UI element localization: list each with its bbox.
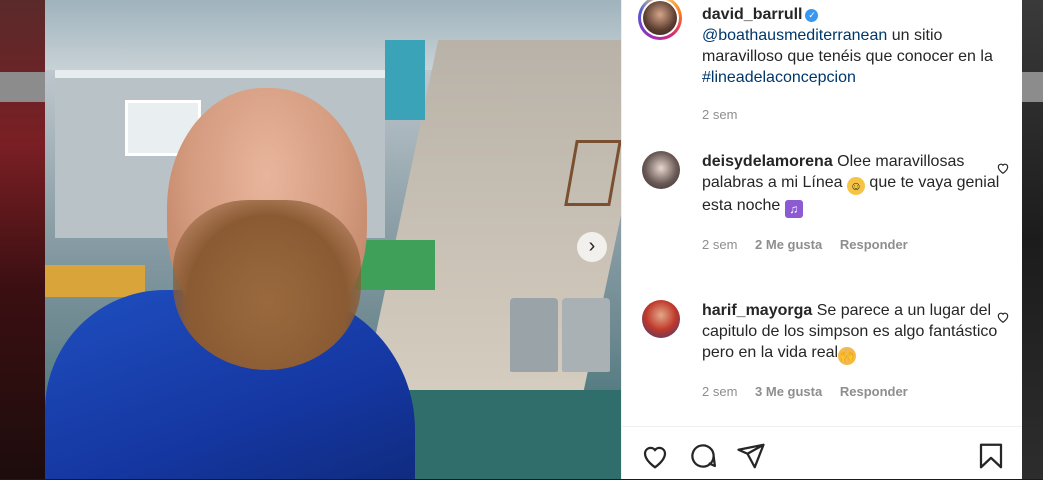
comment-time[interactable]: 2 sem xyxy=(702,384,737,399)
commenter-username[interactable]: deisydelamorena xyxy=(702,153,833,170)
share-icon[interactable] xyxy=(736,441,766,471)
comment-likes[interactable]: 3 Me gusta xyxy=(755,384,822,399)
post-action-bar xyxy=(622,426,1022,480)
author-avatar[interactable] xyxy=(638,0,682,40)
caption-mention[interactable]: @boathausmediterranean xyxy=(702,27,887,44)
bookmark-icon[interactable] xyxy=(976,441,1006,471)
post-time[interactable]: 2 sem xyxy=(702,107,737,122)
caption-hashtag[interactable]: #lineadelaconcepcion xyxy=(702,69,856,86)
chevron-right-icon[interactable]: › xyxy=(577,232,607,262)
smiling-face-emoji-icon: ☺ xyxy=(846,177,865,195)
post-caption: david_barrull ✓ @boathausmediterranean un… xyxy=(702,4,1002,125)
reply-button[interactable]: Responder xyxy=(840,237,908,252)
comment-heart-icon[interactable] xyxy=(996,161,1010,175)
commenter-avatar[interactable] xyxy=(642,151,680,189)
author-username[interactable]: david_barrull xyxy=(702,6,802,23)
heart-icon[interactable] xyxy=(640,441,670,471)
comment-heart-icon[interactable] xyxy=(996,310,1010,324)
post-details-panel: david_barrull ✓ @boathausmediterranean un… xyxy=(621,0,1022,479)
post-photo: › xyxy=(45,0,621,479)
commenter-username[interactable]: harif_mayorga xyxy=(702,302,812,319)
comment-icon[interactable] xyxy=(688,441,718,471)
raising-hands-emoji-icon: 🙌 xyxy=(838,347,857,365)
comment-time[interactable]: 2 sem xyxy=(702,237,737,252)
backdrop-left xyxy=(0,0,45,479)
comment-likes[interactable]: 2 Me gusta xyxy=(755,237,822,252)
reply-button[interactable]: Responder xyxy=(840,384,908,399)
verified-badge-icon: ✓ xyxy=(805,9,819,22)
musical-notes-emoji-icon: ♫ xyxy=(784,200,803,218)
commenter-avatar[interactable] xyxy=(642,300,680,338)
backdrop-right xyxy=(1021,0,1043,479)
